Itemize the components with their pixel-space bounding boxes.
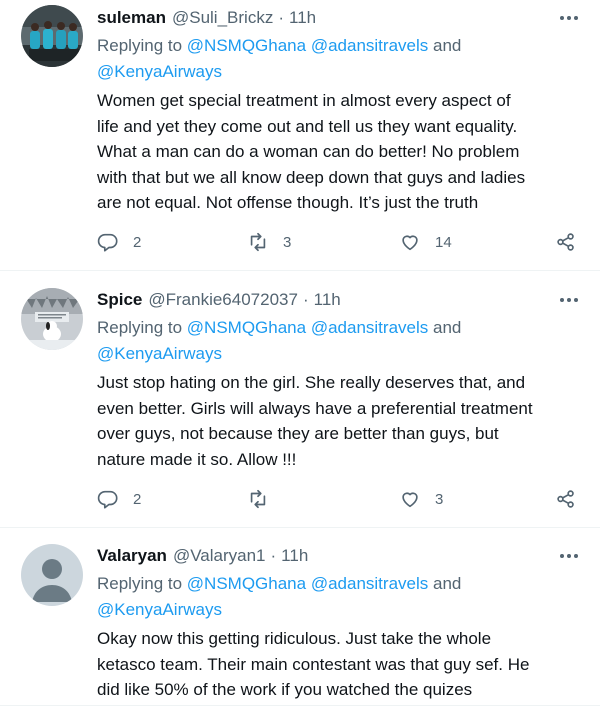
reply-button[interactable]: 2 [97,485,141,513]
avatar[interactable] [21,5,83,67]
author-handle[interactable]: @Frankie64072037 [148,288,298,312]
tweet-2[interactable]: Spice @Frankie64072037 · 11h Replying to… [0,271,600,528]
more-options-icon[interactable] [558,6,580,30]
author-handle[interactable]: @Valaryan1 [173,544,266,568]
text-line: What a man can do a woman can do better!… [97,142,520,161]
text-line: Just stop hating on the girl. She really… [97,373,526,392]
author-name[interactable]: Spice [97,288,142,312]
more-options-icon[interactable] [558,544,580,568]
text-line: are not equal. Not offense though. It’s … [97,193,479,212]
text-line: did like 50% of the work if you watched … [97,680,473,699]
reply-icon [97,233,118,252]
tweet-text: Just stop hating on the girl. She really… [97,370,584,472]
replying-to-label: Replying to [97,574,187,593]
tweet-text: Okay now this getting ridiculous. Just t… [97,626,584,703]
reply-button[interactable]: 2 [97,228,141,256]
replying-to: Replying to @NSMQGhana @adansitravels an… [97,315,584,367]
mention-link[interactable]: @NSMQGhana [187,574,306,593]
timestamp[interactable]: 11h [289,6,316,30]
mention-link[interactable]: @adansitravels [311,574,428,593]
tweet-1[interactable]: suleman @Suli_Brickz · 11h Replying to @… [0,0,600,271]
mention-link[interactable]: @KenyaAirways [97,344,222,363]
retweet-icon [250,489,266,509]
like-button[interactable]: 14 [399,228,452,256]
text-line: even better. Girls will always have a pr… [97,398,533,418]
heart-icon [402,492,418,508]
tweet-actions: 2 3 [97,485,584,513]
reply-count: 2 [133,490,142,508]
text-line: with that but we all know deep down that… [97,167,526,187]
reply-count: 2 [133,233,142,251]
tweet-text: Women get special treatment in almost ev… [97,88,584,216]
retweet-button[interactable] [247,485,283,513]
share-icon [557,490,574,508]
more-options-icon[interactable] [558,288,580,312]
separator-dot: · [270,546,277,565]
text-line: life and yet they come out and tell us t… [97,116,518,136]
author-name[interactable]: suleman [97,6,166,30]
share-button[interactable] [555,485,577,513]
separator-dot: · [302,290,309,309]
text-line: ketasco team. Their main contestant was … [97,654,530,674]
author-handle[interactable]: @Suli_Brickz [172,6,273,30]
tweet-3[interactable]: Valaryan @Valaryan1 · 11h Replying to @N… [0,528,600,706]
replying-to-label: Replying to [97,318,187,337]
mention-link[interactable]: @NSMQGhana [187,36,306,55]
like-count: 14 [435,233,452,251]
replying-to-and: and [428,574,462,593]
timestamp[interactable]: 11h [281,544,308,568]
tweet-actions: 2 3 14 [97,228,584,256]
mention-link[interactable]: @adansitravels [311,36,428,55]
replying-to-label: Replying to [97,36,187,55]
mention-link[interactable]: @NSMQGhana [187,318,306,337]
author-name[interactable]: Valaryan [97,544,167,568]
text-line: over guys, not because they are better t… [97,424,499,443]
text-line: Women get special treatment in almost ev… [97,91,511,110]
tweet-header: Valaryan @Valaryan1 · 11h [97,544,584,568]
retweet-count: 3 [283,233,292,251]
default-avatar-image [21,544,83,606]
replying-to: Replying to @NSMQGhana @adansitravels an… [97,571,584,623]
avatar[interactable] [21,288,83,350]
snoopy-winter-avatar-image [21,288,83,350]
avatar[interactable] [21,544,83,606]
separator-dot: · [278,8,284,27]
heart-icon [402,235,418,251]
text-line: Okay now this getting ridiculous. Just t… [97,629,492,648]
share-button[interactable] [555,228,577,256]
retweet-icon [250,232,266,252]
tweet-header: suleman @Suli_Brickz · 11h [97,6,584,30]
mention-link[interactable]: @KenyaAirways [97,62,222,81]
like-count: 3 [435,490,444,508]
reply-icon [97,490,118,509]
retweet-button[interactable]: 3 [247,228,291,256]
team-photo-avatar-image [21,5,83,67]
like-button[interactable]: 3 [399,485,443,513]
replying-to-and: and [428,36,462,55]
mention-link[interactable]: @KenyaAirways [97,600,222,619]
mention-link[interactable]: @adansitravels [311,318,428,337]
tweet-header: Spice @Frankie64072037 · 11h [97,288,584,312]
timestamp[interactable]: 11h [314,288,341,312]
replying-to-and: and [428,318,462,337]
replying-to: Replying to @NSMQGhana @adansitravels an… [97,33,584,85]
text-line: nature made it so. Allow !!! [97,449,297,469]
share-icon [557,233,574,251]
